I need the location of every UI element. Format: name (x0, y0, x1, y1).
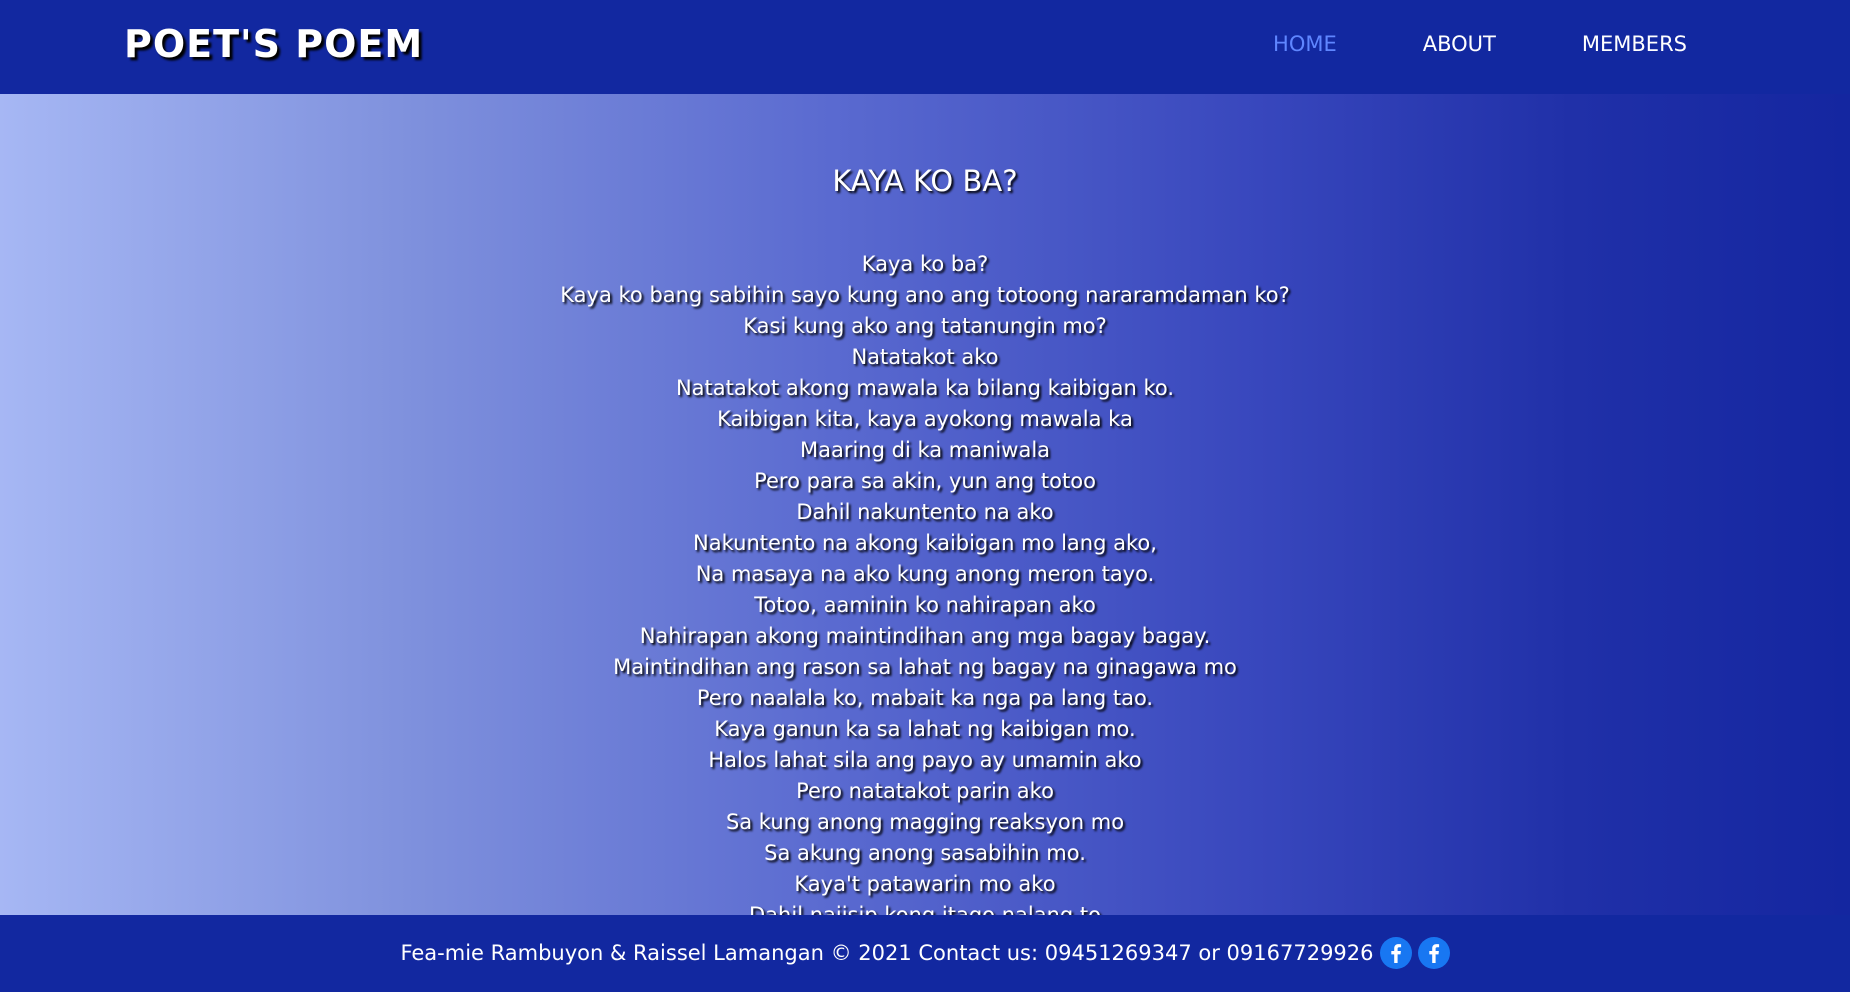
poem-line: Kaya ganun ka sa lahat ng kaibigan mo. (714, 717, 1136, 741)
site-brand[interactable]: POET'S POEM (124, 22, 423, 66)
poem-line: Maintindihan ang rason sa lahat ng bagay… (613, 655, 1237, 679)
poem-line: Maaring di ka maniwala (799, 438, 1051, 462)
nav-members-link[interactable]: MEMBERS (1582, 32, 1687, 56)
nav-about-link[interactable]: ABOUT (1423, 32, 1496, 56)
poem-line: Pero naalala ko, mabait ka nga pa lang t… (696, 686, 1154, 710)
footer-content: Fea-mie Rambuyon & Raissel Lamangan © 20… (0, 937, 1850, 969)
poem-title: KAYA KO BA? (832, 164, 1018, 198)
poem-line: Kasi kung ako ang tatanungin mo? (743, 314, 1107, 338)
poem-line: Dahil nakuntento na ako (796, 500, 1054, 524)
poem-body: Kaya ko ba? Kaya ko bang sabihin sayo ku… (0, 249, 1850, 915)
poem-line: Na masaya na ako kung anong meron tayo. (695, 562, 1155, 586)
poem-line: Nahirapan akong maintindihan ang mga bag… (639, 624, 1211, 648)
footer: Fea-mie Rambuyon & Raissel Lamangan © 20… (0, 915, 1850, 992)
poem-line: Kaya't patawarin mo ako (794, 872, 1056, 896)
poem-line: Totoo, aaminin ko nahirapan ako (754, 593, 1096, 617)
facebook-icon[interactable] (1417, 937, 1450, 969)
navbar: POET'S POEM HOME ABOUT MEMBERS (0, 0, 1850, 94)
poem-line: Kaya ko bang sabihin sayo kung ano ang t… (560, 283, 1290, 307)
poem-line: Natatakot ako (851, 345, 999, 369)
poem-line: Nakuntento na akong kaibigan mo lang ako… (693, 531, 1157, 555)
poem-line: Dahil naiisip kong itago nalang to (749, 903, 1101, 915)
poem-line: Halos lahat sila ang payo ay umamin ako (708, 748, 1142, 772)
poem-line: Natatakot akong mawala ka bilang kaibiga… (675, 376, 1175, 400)
poem-line: Kaibigan kita, kaya ayokong mawala ka (717, 407, 1133, 431)
footer-credits: Fea-mie Rambuyon & Raissel Lamangan © 20… (400, 941, 1374, 965)
poem-line: Kaya ko ba? (861, 252, 989, 276)
nav-home-link[interactable]: HOME (1273, 32, 1337, 56)
facebook-icon[interactable] (1379, 937, 1412, 969)
poem-line: Pero para sa akin, yun ang totoo (754, 469, 1096, 493)
poem-section: KAYA KO BA? Kaya ko ba? Kaya ko bang sab… (0, 94, 1850, 915)
nav-links: HOME ABOUT MEMBERS (1273, 32, 1687, 56)
poem-line: Sa kung anong magging reaksyon mo (725, 810, 1125, 834)
poem-line: Pero natatakot parin ako (796, 779, 1054, 803)
poem-line: Sa akung anong sasabihin mo. (764, 841, 1086, 865)
